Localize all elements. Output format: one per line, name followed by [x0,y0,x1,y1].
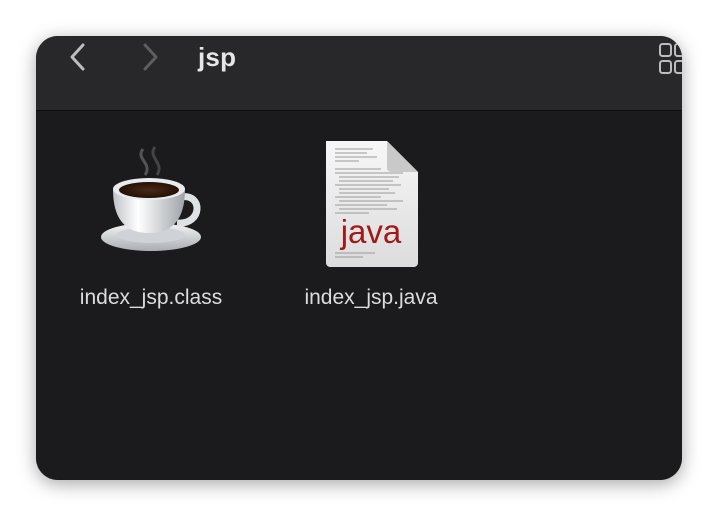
window-title: jsp [198,42,237,72]
chevron-left-icon [70,43,85,71]
toolbar: jsp [36,36,682,111]
file-name-label: index_jsp.class [79,286,223,309]
back-button[interactable] [64,43,92,71]
file-grid: index_jsp.class java index_jsp.java [36,111,682,480]
forward-button[interactable] [136,43,164,71]
java-coffee-cup-icon [101,146,201,251]
grid-view-icon [659,43,682,74]
view-options-button[interactable] [658,42,682,74]
file-item-java[interactable]: java index_jsp.java [276,139,466,329]
java-source-document-icon: java [326,141,418,267]
chevron-right-icon [143,43,158,71]
java-badge-text: java [340,213,402,250]
file-item-class[interactable]: index_jsp.class [56,139,246,329]
file-name-label: index_jsp.java [304,286,438,309]
finder-window: jsp index_jsp.class java index_jsp.java [36,36,682,480]
